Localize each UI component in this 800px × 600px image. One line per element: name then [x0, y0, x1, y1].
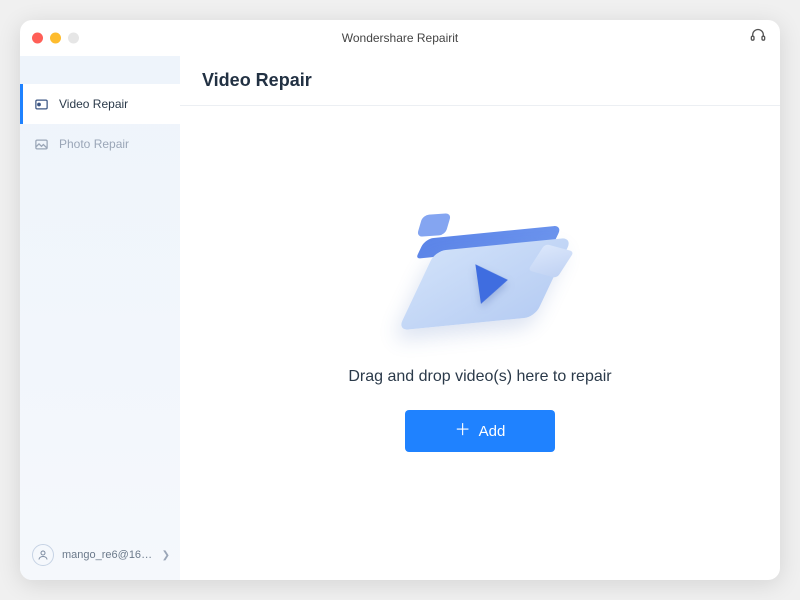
content-area: Video Repair Photo Repair [20, 56, 780, 580]
main-panel: Video Repair Drag and drop video(s) here… [180, 56, 780, 580]
dropzone-instruction: Drag and drop video(s) here to repair [348, 368, 611, 386]
user-name: mango_re6@163.... [62, 549, 154, 561]
maximize-window-button[interactable] [68, 32, 79, 43]
sidebar-item-photo-repair[interactable]: Photo Repair [20, 124, 180, 164]
sidebar-item-label: Video Repair [59, 97, 128, 111]
minimize-window-button[interactable] [50, 32, 61, 43]
chevron-right-icon: ❯ [162, 550, 170, 561]
add-button-label: Add [479, 423, 506, 440]
main-header: Video Repair [180, 56, 780, 106]
sidebar-item-video-repair[interactable]: Video Repair [20, 84, 180, 124]
page-title: Video Repair [202, 70, 758, 91]
app-window: Wondershare Repairit Video Repa [20, 20, 780, 580]
sidebar-nav: Video Repair Photo Repair [20, 84, 180, 164]
video-drop-zone[interactable]: Drag and drop video(s) here to repair ＋ … [180, 106, 780, 580]
photo-repair-icon [34, 137, 49, 152]
dropzone-illustration [380, 204, 580, 344]
avatar-icon [32, 544, 54, 566]
support-icon[interactable] [750, 27, 766, 48]
titlebar: Wondershare Repairit [20, 20, 780, 56]
window-controls [32, 32, 79, 43]
app-title: Wondershare Repairit [342, 31, 459, 45]
sidebar-item-label: Photo Repair [59, 137, 129, 151]
video-repair-icon [34, 97, 49, 112]
plus-icon: ＋ [455, 423, 471, 439]
add-button[interactable]: ＋ Add [405, 410, 555, 452]
sidebar: Video Repair Photo Repair [20, 56, 180, 580]
close-window-button[interactable] [32, 32, 43, 43]
user-account-button[interactable]: mango_re6@163.... ❯ [20, 534, 180, 580]
